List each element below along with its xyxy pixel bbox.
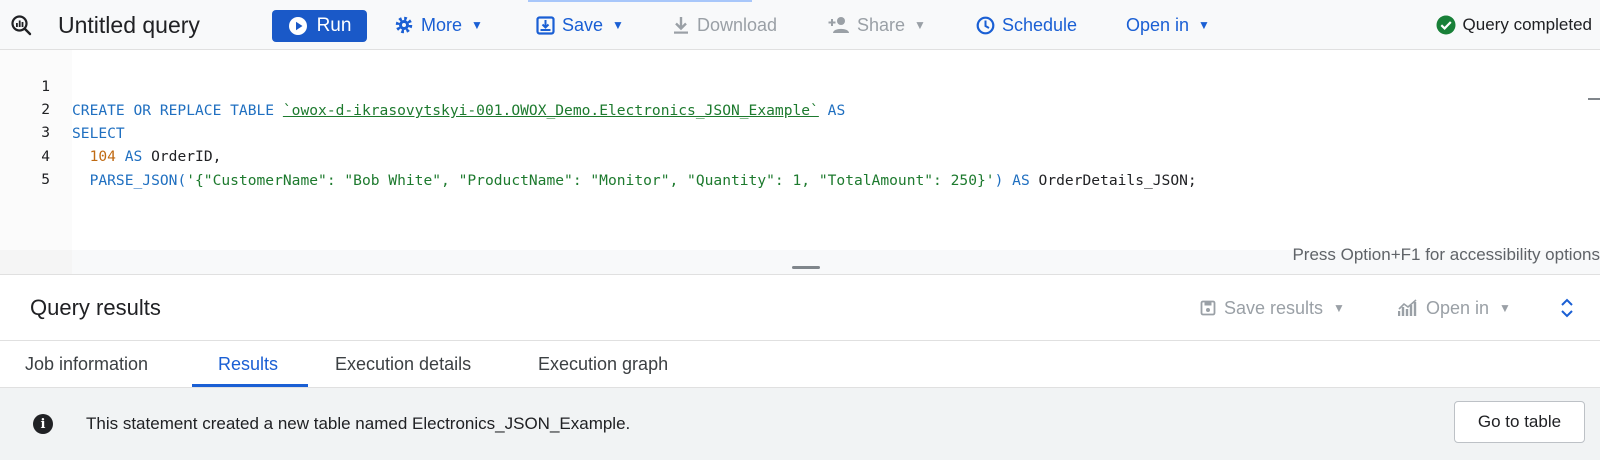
code-line[interactable]: 3 104 AS OrderID, <box>0 97 221 165</box>
chevron-down-icon: ▼ <box>1499 301 1511 315</box>
download-label: Download <box>697 14 778 35</box>
schedule-button[interactable]: Schedule <box>976 0 1077 50</box>
chevron-down-icon: ▼ <box>471 18 483 32</box>
more-menu-button[interactable]: More ▼ <box>394 0 483 50</box>
save-icon <box>536 15 555 35</box>
tab-execution-details[interactable]: Execution details <box>335 341 471 388</box>
save-icon <box>1200 300 1216 316</box>
results-tabs: Job information Results Execution detail… <box>0 340 1600 388</box>
open-in-label: Open in <box>1426 297 1490 318</box>
download-button[interactable]: Download <box>672 0 777 50</box>
sql-keyword: SELECT <box>72 125 125 142</box>
open-in-label: Open in <box>1126 14 1190 35</box>
query-search-icon <box>10 0 32 50</box>
sql-keyword: AS <box>827 102 846 119</box>
go-to-table-button[interactable]: Go to table <box>1454 401 1585 443</box>
table-reference[interactable]: `owox-d-ikrasovytskyi-001.OWOX_Demo.Elec… <box>283 102 819 119</box>
chevron-down-icon: ▼ <box>1333 301 1345 315</box>
tab-execution-graph[interactable]: Execution graph <box>538 341 668 388</box>
column-alias: OrderID, <box>151 148 222 165</box>
unfold-icon <box>1561 298 1573 318</box>
chevron-down-icon: ▼ <box>1198 18 1210 32</box>
scrollbar-marker[interactable] <box>1588 98 1600 100</box>
save-menu-button[interactable]: Save ▼ <box>536 0 624 50</box>
person-add-icon <box>828 17 849 33</box>
code-line[interactable]: 2 SELECT <box>0 74 125 142</box>
clock-icon <box>976 16 995 34</box>
statement-info-banner: i This statement created a new table nam… <box>0 388 1600 460</box>
download-icon <box>674 16 688 34</box>
function-name: PARSE_JSON( <box>89 172 187 189</box>
gear-icon <box>395 16 413 34</box>
close-paren: ) <box>994 172 1004 189</box>
active-tab-indicator <box>192 384 308 387</box>
run-button[interactable]: Run <box>272 10 367 42</box>
save-label: Save <box>562 14 604 35</box>
chart-icon <box>1398 299 1417 316</box>
gutter-footer <box>0 250 72 274</box>
play-circle-icon <box>288 17 307 35</box>
code-line[interactable]: 1 CREATE OR REPLACE TABLE `owox-d-ikraso… <box>0 51 845 119</box>
results-title: Query results <box>30 295 161 320</box>
chevron-down-icon: ▼ <box>612 18 624 32</box>
results-open-in-button[interactable]: Open in ▼ <box>1398 275 1511 341</box>
share-label: Share <box>857 14 906 35</box>
column-alias: OrderDetails_JSON; <box>1038 172 1197 189</box>
resize-handle[interactable] <box>792 266 820 269</box>
sql-editor[interactable]: 1 CREATE OR REPLACE TABLE `owox-d-ikraso… <box>0 50 1600 274</box>
sql-keyword: CREATE OR REPLACE TABLE <box>72 102 275 119</box>
code-line[interactable]: 4 PARSE_JSON('{"CustomerName": "Bob Whit… <box>0 121 1197 189</box>
save-results-label: Save results <box>1224 297 1324 318</box>
query-title[interactable]: Untitled query <box>58 0 200 50</box>
code-line[interactable]: 5 <box>0 144 50 188</box>
chevron-down-icon: ▼ <box>914 18 926 32</box>
query-toolbar: Untitled query Run More ▼ Save ▼ Downloa… <box>0 0 1600 50</box>
line-number: 5 <box>41 171 50 188</box>
sql-keyword: AS <box>124 148 143 165</box>
results-header: Query results Save results ▼ Open in ▼ <box>0 274 1600 340</box>
statement-message: This statement created a new table named… <box>86 414 631 433</box>
query-status: Query completed <box>1436 0 1592 50</box>
status-text: Query completed <box>1462 15 1592 34</box>
tab-results[interactable]: Results <box>218 341 278 388</box>
tab-job-information[interactable]: Job information <box>25 341 148 388</box>
run-button-label: Run <box>316 15 352 36</box>
open-in-menu-button[interactable]: Open in ▼ <box>1126 0 1210 50</box>
string-literal: '{"CustomerName": "Bob White", "ProductN… <box>186 172 995 189</box>
number-literal: 104 <box>89 148 116 165</box>
accessibility-hint: Press Option+F1 for accessibility option… <box>1292 245 1600 264</box>
save-results-button[interactable]: Save results ▼ <box>1200 275 1345 341</box>
share-menu-button[interactable]: Share ▼ <box>828 0 926 50</box>
info-icon: i <box>33 414 53 434</box>
expand-toggle[interactable] <box>1560 275 1574 341</box>
schedule-label: Schedule <box>1002 14 1078 35</box>
more-label: More <box>421 14 463 35</box>
sql-keyword: AS <box>1012 172 1030 189</box>
check-circle-icon <box>1436 15 1456 35</box>
